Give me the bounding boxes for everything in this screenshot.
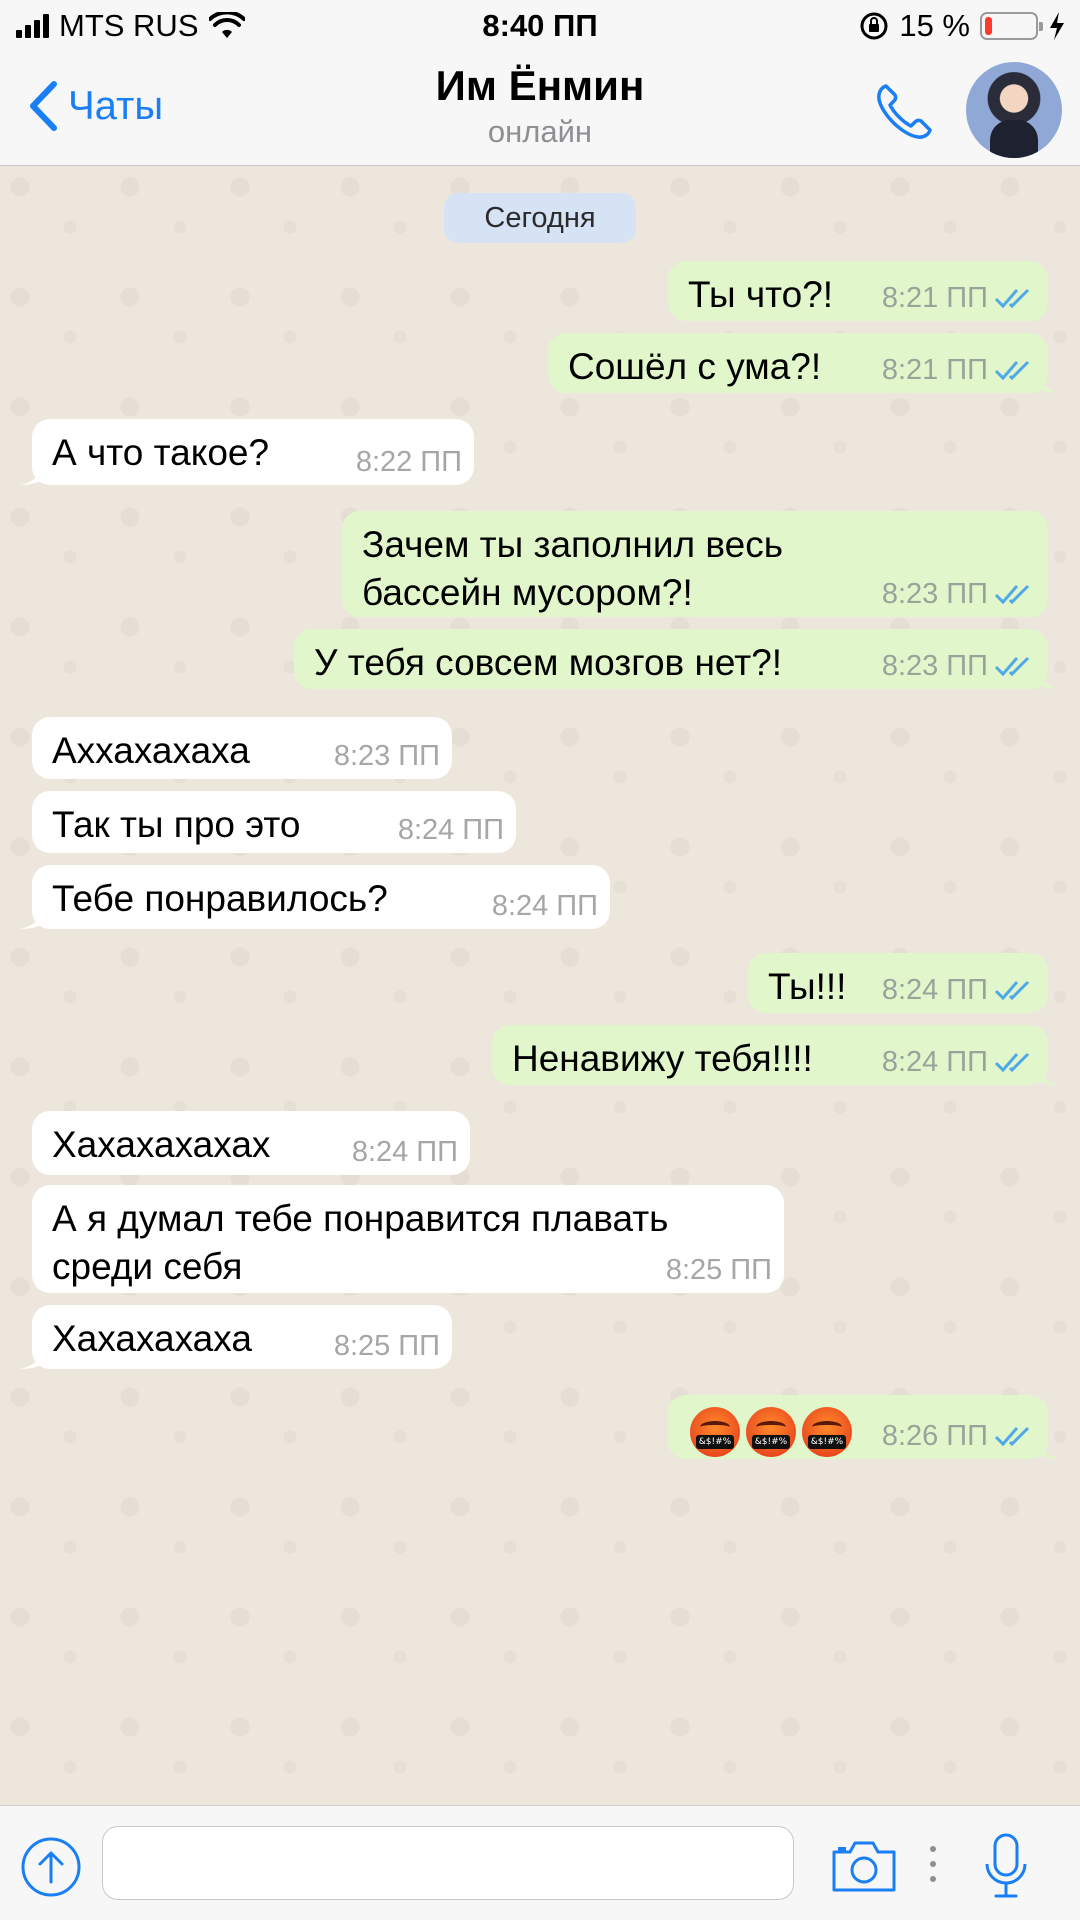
message-time: 8:23 ПП xyxy=(881,650,988,682)
bubble-tail xyxy=(1036,1063,1060,1085)
message-meta: 8:24 ПП xyxy=(882,1045,1036,1079)
message-meta: 8:23 ПП xyxy=(334,739,440,773)
message-meta: 8:25 ПП xyxy=(334,1329,440,1363)
battery-level xyxy=(985,17,993,35)
incoming-message[interactable]: Хахахахахах 8:24 ПП xyxy=(32,1111,470,1175)
message-time: 8:21 ПП xyxy=(881,282,988,314)
message-input[interactable] xyxy=(102,1826,794,1900)
incoming-message[interactable]: Тебе понравилось? 8:24 ПП xyxy=(20,865,610,929)
message-time: 8:24 ПП xyxy=(397,814,504,846)
chat-area[interactable]: Сегодня Ты что?! 8:21 ПП Сошёл с ума?! 8… xyxy=(0,167,1080,1805)
battery-percent: 15 % xyxy=(899,8,970,43)
double-check-icon xyxy=(994,584,1030,605)
message-meta: 8:21 ПП xyxy=(882,281,1036,315)
composer-bar xyxy=(0,1805,1080,1920)
message-meta: 8:25 ПП xyxy=(666,1253,772,1287)
outgoing-message[interactable]: Сошёл с ума?! 8:21 ПП xyxy=(548,333,1060,393)
chat-header: Чаты Им Ёнмин онлайн xyxy=(0,52,1080,166)
outgoing-message[interactable]: &$!#% &$!#% &$!#% 8:26 ПП xyxy=(668,1395,1060,1459)
incoming-message[interactable]: А что такое? 8:22 ПП xyxy=(20,419,474,485)
incoming-message[interactable]: Так ты про это 8:24 ПП xyxy=(32,791,516,853)
message-time: 8:24 ПП xyxy=(881,1046,988,1078)
outgoing-message[interactable]: Ненавижу тебя!!!! 8:24 ПП xyxy=(492,1025,1060,1085)
double-check-icon xyxy=(994,288,1030,309)
bubble-tail xyxy=(1036,371,1060,393)
outgoing-message[interactable]: Зачем ты заполнил весь бассейн мусором?!… xyxy=(342,511,1048,617)
incoming-message[interactable]: Аххахахаха 8:23 ПП xyxy=(32,717,452,779)
outgoing-message[interactable]: У тебя совсем мозгов нет?! 8:23 ПП xyxy=(294,629,1060,689)
status-bar: MTS RUS 8:40 ПП 15 % xyxy=(0,0,1080,52)
message-time: 8:24 ПП xyxy=(491,890,598,922)
message-meta: 8:24 ПП xyxy=(398,813,504,847)
message-time: 8:22 ПП xyxy=(355,446,462,478)
double-check-icon xyxy=(994,360,1030,381)
double-check-icon xyxy=(994,1426,1030,1447)
camera-icon[interactable] xyxy=(830,1838,898,1894)
message-meta: 8:24 ПП xyxy=(492,889,598,923)
message-time: 8:25 ПП xyxy=(665,1254,772,1286)
outgoing-message[interactable]: Ты что?! 8:21 ПП xyxy=(668,261,1048,321)
bubble-tail xyxy=(1036,1437,1060,1459)
incoming-message[interactable]: Хахахахаха 8:25 ПП xyxy=(20,1305,452,1369)
outgoing-message[interactable]: Ты!!! 8:24 ПП xyxy=(748,953,1048,1013)
incoming-message[interactable]: А я думал тебе понравится плавать среди … xyxy=(32,1185,784,1293)
more-options-icon[interactable] xyxy=(930,1846,938,1882)
message-meta: 8:22 ПП xyxy=(356,445,462,479)
message-meta: 8:26 ПП xyxy=(882,1419,1036,1453)
charging-icon xyxy=(1050,12,1064,40)
upload-arrow-icon[interactable] xyxy=(20,1836,82,1898)
face-with-symbols-on-mouth-icon: &$!#% xyxy=(690,1407,740,1457)
bubble-tail xyxy=(20,907,44,929)
message-meta: 8:24 ПП xyxy=(352,1135,458,1169)
message-time: 8:24 ПП xyxy=(351,1136,458,1168)
face-with-symbols-on-mouth-icon: &$!#% xyxy=(802,1407,852,1457)
message-time: 8:25 ПП xyxy=(333,1330,440,1362)
message-time: 8:24 ПП xyxy=(881,974,988,1006)
double-check-icon xyxy=(994,980,1030,1001)
double-check-icon xyxy=(994,1052,1030,1073)
microphone-icon[interactable] xyxy=(982,1832,1030,1900)
bubble-tail xyxy=(20,1347,44,1369)
message-meta: 8:23 ПП xyxy=(882,649,1036,683)
face-with-symbols-on-mouth-icon: &$!#% xyxy=(746,1407,796,1457)
message-meta: 8:24 ПП xyxy=(882,973,1036,1007)
orientation-lock-icon xyxy=(860,12,888,40)
message-time: 8:23 ПП xyxy=(881,578,988,610)
bubble-tail xyxy=(20,463,44,485)
date-divider: Сегодня xyxy=(444,193,636,243)
message-meta: 8:21 ПП xyxy=(882,353,1036,387)
avatar[interactable] xyxy=(966,62,1062,158)
bubble-tail xyxy=(1036,667,1060,689)
message-meta: 8:23 ПП xyxy=(882,577,1036,611)
status-right: 15 % xyxy=(859,8,1066,44)
phone-icon[interactable] xyxy=(872,80,936,144)
message-time: 8:21 ПП xyxy=(881,354,988,386)
message-time: 8:26 ПП xyxy=(881,1420,988,1452)
message-time: 8:23 ПП xyxy=(333,740,440,772)
battery-icon xyxy=(980,12,1043,40)
double-check-icon xyxy=(994,656,1030,677)
